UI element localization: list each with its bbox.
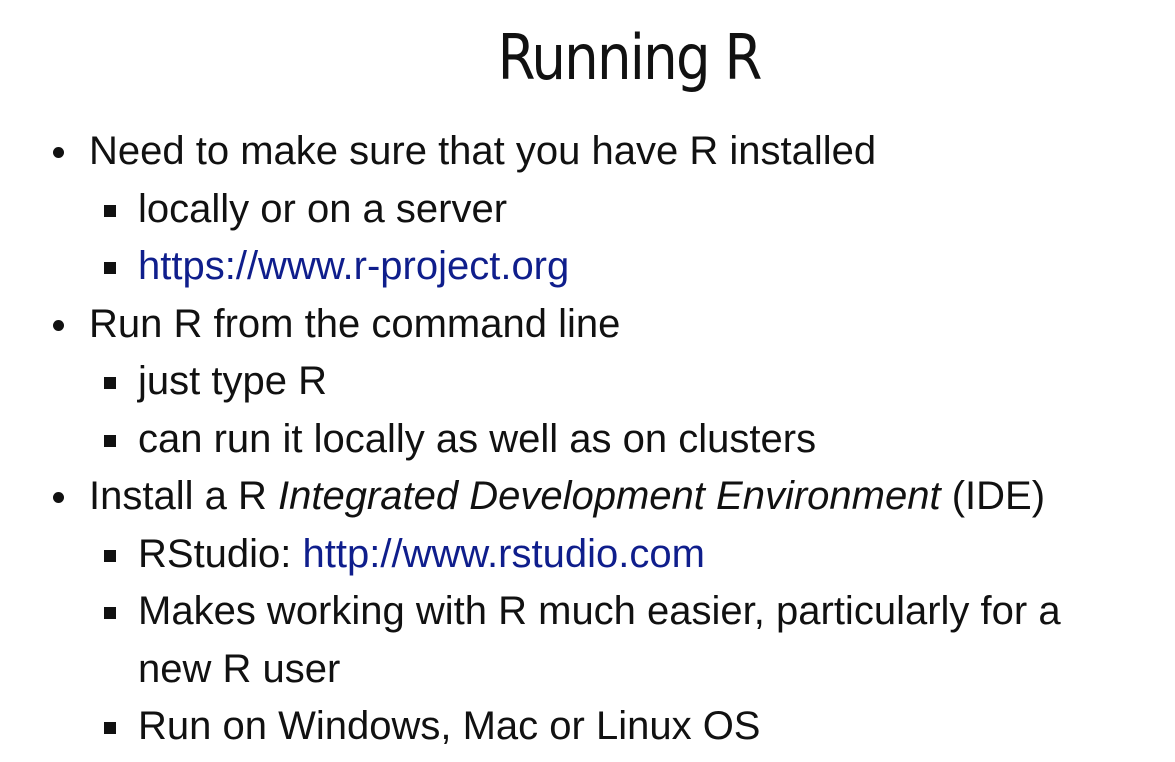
bullet-text-emphasis: Integrated Development Environment — [277, 474, 941, 518]
subitem-text: Run on Windows, Mac or Linux OS — [138, 704, 761, 748]
bullet-text-prefix: Install a R — [89, 474, 278, 518]
subitem-prefix: RStudio: — [138, 531, 303, 576]
bullet-square-icon — [104, 722, 116, 734]
subitem-text-line1: Makes working with R much easier, partic… — [138, 589, 1061, 633]
subitem-just-type-r: just type R — [0, 353, 1175, 411]
bullet-dot-icon — [53, 319, 64, 331]
subitem-text-line2: new R user — [138, 646, 341, 691]
subitem-r-project-link: https://www.r-project.org — [0, 238, 1175, 296]
subitem-makes-easier-continued: new R user — [0, 641, 1175, 699]
subitem-os: Run on Windows, Mac or Linux OS — [0, 698, 1175, 756]
bullet-item-command-line: Run R from the command line — [0, 296, 1175, 354]
bullet-square-icon — [104, 549, 116, 562]
bullet-square-icon — [104, 607, 116, 619]
bullet-item-install-ide: Install a R Integrated Development Envir… — [0, 468, 1175, 526]
bullet-list: Need to make sure that you have R instal… — [0, 123, 1175, 756]
subitem-text: just type R — [138, 359, 327, 403]
subitem-locally: locally or on a server — [0, 181, 1175, 239]
rstudio-link[interactable]: http://www.rstudio.com — [303, 532, 705, 576]
slide-title-text: Running — [497, 21, 711, 94]
subitem-clusters: can run it locally as well as on cluster… — [0, 411, 1175, 469]
bullet-square-icon — [104, 434, 116, 447]
subitem-rstudio: RStudio: http://www.rstudio.com — [0, 526, 1175, 584]
bullet-item-r-installed: Need to make sure that you have R instal… — [0, 123, 1175, 181]
bullet-dot-icon — [53, 492, 64, 503]
r-project-link[interactable]: https://www.r-project.org — [138, 244, 569, 288]
bullet-text: Run R from the command line — [89, 301, 621, 346]
subitem-text: can run it locally as well as on cluster… — [138, 416, 817, 461]
bullet-square-icon — [104, 204, 116, 217]
bullet-text-suffix: (IDE) — [940, 474, 1046, 518]
bullet-text: Need to make sure that you have R instal… — [89, 129, 877, 173]
subitem-text: locally or on a server — [138, 186, 508, 231]
slide-title-r: R — [724, 21, 763, 94]
bullet-dot-icon — [53, 147, 64, 158]
subitem-makes-easier: Makes working with R much easier, partic… — [0, 583, 1175, 641]
bullet-square-icon — [104, 262, 116, 274]
bullet-square-icon — [104, 377, 116, 389]
slide-title: Running R — [76, 22, 1175, 94]
